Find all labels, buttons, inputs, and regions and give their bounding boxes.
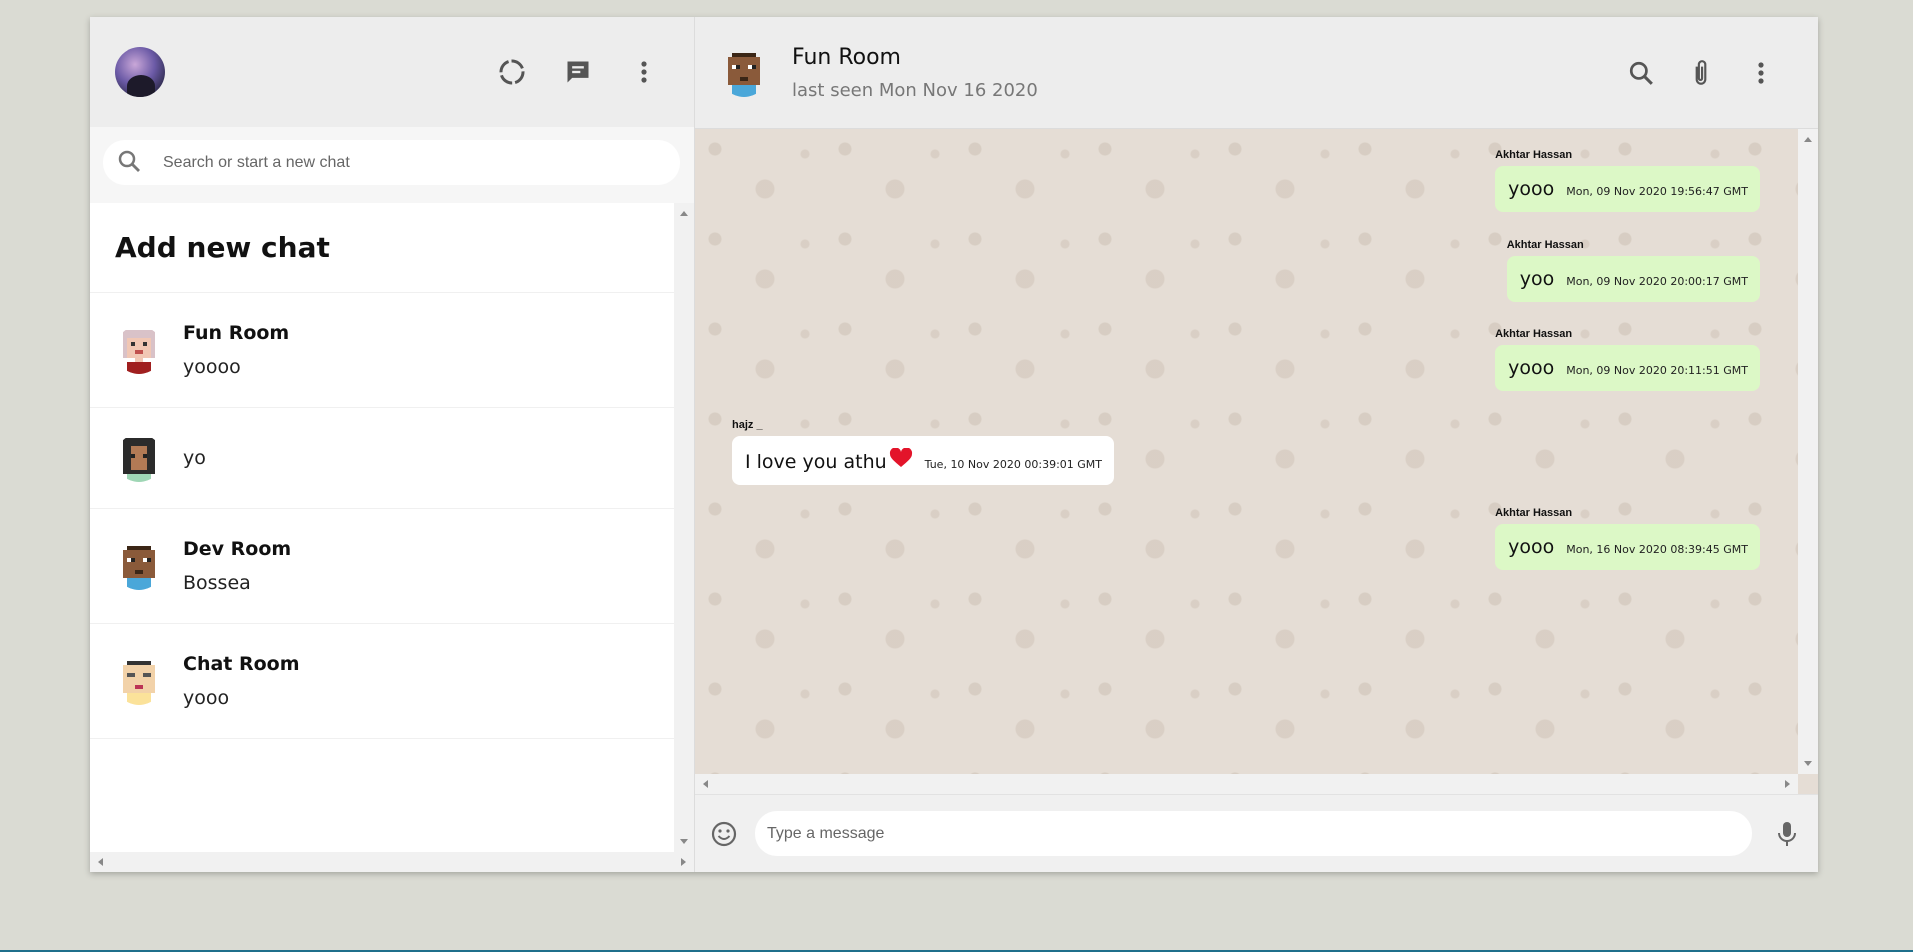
chat-name: Chat Room [183, 653, 300, 675]
message-text: yooo [1508, 178, 1555, 200]
message-input[interactable] [767, 824, 1752, 843]
chat-last-message: yo [183, 447, 206, 469]
search-icon[interactable] [1624, 56, 1658, 90]
chat-name: Fun Room [183, 322, 290, 344]
message-sender: hajz _ [732, 419, 763, 431]
search-input[interactable] [163, 153, 680, 172]
chat-item-unnamed[interactable]: yo [90, 408, 674, 509]
message-sender: Akhtar Hassan [1506, 239, 1584, 251]
message-sent: Akhtar Hassan yooo Mon, 16 Nov 2020 08:3… [1495, 507, 1760, 570]
message-timestamp: Mon, 09 Nov 2020 19:56:47 GMT [1566, 185, 1748, 198]
message-timestamp: Mon, 16 Nov 2020 08:39:45 GMT [1566, 543, 1748, 556]
whatsapp-app: Add new chat Fun Room yoooo yo [90, 17, 1818, 872]
message-text: yooo [1508, 357, 1555, 379]
message-sender: Akhtar Hassan [1495, 328, 1573, 340]
chat-list-vertical-scrollbar[interactable] [674, 203, 694, 852]
chat-last-message: yoooo [183, 356, 241, 378]
chat-item-dev-room[interactable]: Dev Room Bossea [90, 509, 674, 624]
sidebar: Add new chat Fun Room yoooo yo [90, 17, 695, 872]
chat-item-fun-room[interactable]: Fun Room yoooo [90, 293, 674, 408]
message-bubble: yoo Mon, 09 Nov 2020 20:00:17 GMT [1506, 256, 1760, 302]
message-sender: Akhtar Hassan [1495, 149, 1573, 161]
sidebar-header [90, 17, 694, 127]
chat-title: Fun Room [792, 44, 901, 70]
message-received: hajz _ I love you athu Tue, 10 Nov 2020 … [732, 419, 1115, 485]
message-bubble: I love you athu Tue, 10 Nov 2020 00:39:0… [732, 436, 1115, 485]
user-avatar[interactable] [115, 47, 165, 97]
message-bubble: yooo Mon, 09 Nov 2020 20:11:51 GMT [1495, 345, 1760, 391]
message-sent: Akhtar Hassan yooo Mon, 09 Nov 2020 20:1… [1495, 328, 1760, 391]
message-text: I love you athu [745, 451, 887, 473]
message-text: yooo [1508, 536, 1555, 558]
avatar [115, 657, 163, 705]
messages-vertical-scrollbar[interactable] [1798, 129, 1818, 774]
mic-icon[interactable] [1770, 817, 1804, 851]
sidebar-search [90, 127, 694, 203]
message-input-wrapper [755, 811, 1752, 856]
avatar [115, 326, 163, 374]
chat-last-message: Bossea [183, 572, 251, 594]
messages-horizontal-scrollbar[interactable] [695, 774, 1798, 794]
message-timestamp: Mon, 09 Nov 2020 20:11:51 GMT [1566, 364, 1748, 377]
message-bubble: yooo Mon, 09 Nov 2020 19:56:47 GMT [1495, 166, 1760, 212]
chat-item-chat-room[interactable]: Chat Room yooo [90, 624, 674, 739]
message-text: yoo [1519, 268, 1555, 290]
chat-avatar[interactable] [720, 48, 768, 97]
chat-panel: Fun Room last seen Mon Nov 16 2020 Akhta… [695, 17, 1818, 872]
chat-last-message: yooo [183, 687, 230, 709]
message-timestamp: Tue, 10 Nov 2020 00:39:01 GMT [924, 458, 1103, 471]
search-icon [117, 149, 141, 177]
chat-name: Dev Room [183, 538, 292, 560]
attach-icon[interactable] [1684, 56, 1718, 90]
search-box [103, 140, 680, 185]
status-icon[interactable] [495, 55, 529, 89]
heart-icon [889, 447, 913, 472]
chat-footer [695, 794, 1818, 872]
menu-icon[interactable] [627, 55, 661, 89]
message-timestamp: Mon, 09 Nov 2020 20:00:17 GMT [1566, 275, 1748, 288]
chat-header: Fun Room last seen Mon Nov 16 2020 [695, 17, 1818, 129]
emoji-icon[interactable] [707, 817, 741, 851]
chat-list-horizontal-scrollbar[interactable] [90, 852, 694, 872]
chat-last-seen: last seen Mon Nov 16 2020 [792, 79, 1038, 101]
add-new-chat-button[interactable]: Add new chat [90, 203, 674, 293]
menu-icon[interactable] [1744, 56, 1778, 90]
new-chat-icon[interactable] [561, 55, 595, 89]
avatar [115, 542, 163, 590]
message-sent: Akhtar Hassan yoo Mon, 09 Nov 2020 20:00… [1506, 239, 1760, 302]
message-bubble: yooo Mon, 16 Nov 2020 08:39:45 GMT [1495, 524, 1760, 570]
message-sent: Akhtar Hassan yooo Mon, 09 Nov 2020 19:5… [1495, 149, 1760, 212]
message-sender: Akhtar Hassan [1495, 507, 1573, 519]
chat-messages-area: Akhtar Hassan yooo Mon, 09 Nov 2020 19:5… [695, 129, 1818, 794]
avatar [115, 434, 163, 482]
chat-list: Add new chat Fun Room yoooo yo Dev Room … [90, 203, 694, 872]
